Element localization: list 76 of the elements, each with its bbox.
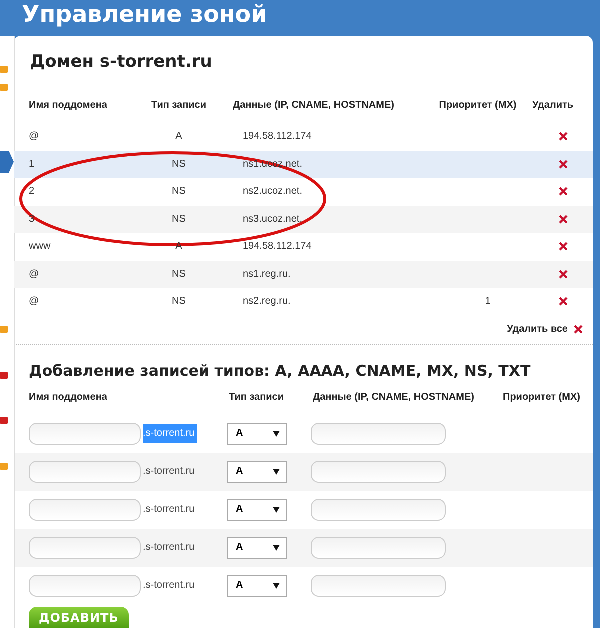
domain-suffix: .s-torrent.ru — [143, 503, 196, 517]
data-field[interactable] — [311, 536, 446, 558]
column-header: Имя поддомена — [28, 392, 108, 403]
domain-suffix: .s-torrent.ru — [143, 424, 197, 443]
type-dropdown[interactable]: A — [227, 498, 287, 520]
column-header: Данные (IP, CNAME, HOSTNAME) — [313, 392, 476, 403]
column-header: Имя поддомена — [28, 100, 108, 110]
delete-icon[interactable] — [558, 214, 568, 224]
table-row[interactable]: @ NS ns2.reg.ru. 1 — [14, 288, 593, 316]
caret-icon — [273, 544, 280, 550]
delete-icon[interactable] — [558, 187, 568, 196]
delete-icon[interactable] — [558, 242, 568, 252]
subdomain-field[interactable] — [29, 460, 141, 482]
table-cell-text: 1 — [28, 158, 36, 170]
column-header: Удалить — [531, 100, 575, 110]
table-cell-text: A — [174, 131, 184, 142]
pointer-icon — [0, 151, 14, 173]
badge-icon — [0, 66, 8, 73]
caret-icon — [273, 582, 280, 588]
table-cell-text: @ — [28, 268, 40, 280]
data-field[interactable] — [311, 422, 446, 444]
page-title: Управление зоной — [22, 1, 268, 30]
type-dropdown[interactable]: A — [227, 574, 287, 596]
domain-suffix: .s-torrent.ru — [143, 541, 196, 555]
table-cell-text: ns1.reg.ru. — [242, 268, 292, 280]
caret-icon — [273, 468, 280, 474]
badge-icon — [0, 372, 8, 379]
column-header: Тип записи — [150, 100, 208, 110]
type-dropdown[interactable]: A — [227, 460, 287, 482]
domain-suffix: .s-torrent.ru — [143, 579, 196, 593]
table-cell-text: www — [28, 241, 52, 252]
data-field[interactable] — [311, 460, 446, 482]
type-dropdown[interactable]: A — [227, 536, 287, 558]
delete-icon[interactable] — [558, 132, 568, 142]
delete-all-link[interactable]: Удалить все — [507, 324, 568, 335]
badge-icon — [0, 417, 8, 424]
table-row[interactable]: 2 NS ns2.ucoz.net. — [14, 178, 593, 206]
caret-icon — [273, 430, 280, 436]
data-field[interactable] — [311, 574, 446, 596]
delete-icon[interactable] — [558, 160, 568, 169]
domain-suffix: .s-torrent.ru — [143, 465, 196, 479]
table-cell-text: 194.58.112.174 — [242, 241, 313, 252]
table-cell-text: NS — [171, 214, 187, 225]
subdomain-field[interactable] — [29, 536, 141, 558]
table-cell-text: NS — [171, 296, 187, 308]
table-cell: 1 — [485, 296, 491, 308]
subdomain-field[interactable] — [29, 574, 141, 596]
table-cell-text: @ — [28, 296, 40, 308]
badge-icon — [0, 326, 8, 333]
column-header: Приоритет (MX) — [438, 100, 518, 110]
delete-icon[interactable] — [558, 270, 568, 279]
table-cell-text: @ — [28, 131, 40, 142]
section-title: Добавление записей типов: A, AAAA, CNAME, MX, NS, TXT — [29, 360, 532, 380]
badge-icon — [0, 84, 8, 91]
column-header: Тип записи — [229, 392, 285, 403]
delete-icon[interactable] — [558, 297, 568, 306]
data-field[interactable] — [311, 498, 446, 520]
table-cell-text: 194.58.112.174 — [242, 131, 313, 142]
table-cell-text: NS — [171, 158, 187, 170]
column-header: Данные (IP, CNAME, HOSTNAME) — [232, 100, 396, 110]
table-cell-text: NS — [171, 268, 187, 280]
table-row[interactable]: @ NS ns1.reg.ru. — [14, 260, 593, 288]
delete-icon[interactable] — [574, 325, 583, 334]
table-cell-text: ns2.ucoz.net. — [242, 186, 304, 198]
table-cell-text: ns2.reg.ru. — [242, 296, 292, 308]
type-dropdown[interactable]: A — [227, 422, 287, 444]
table-cell-text: ns3.ucoz.net. — [242, 214, 304, 225]
subdomain-field[interactable] — [29, 498, 141, 520]
column-header: Приоритет (MX) — [503, 392, 582, 403]
badge-icon — [0, 463, 8, 470]
table-cell-text: 2 — [28, 186, 36, 198]
table-cell-text: NS — [171, 186, 187, 198]
section-title: Домен s-torrent.ru — [30, 52, 214, 72]
subdomain-field[interactable] — [29, 422, 141, 444]
caret-icon — [273, 506, 280, 512]
table-row[interactable]: @ A 194.58.112.174 — [14, 123, 593, 150]
